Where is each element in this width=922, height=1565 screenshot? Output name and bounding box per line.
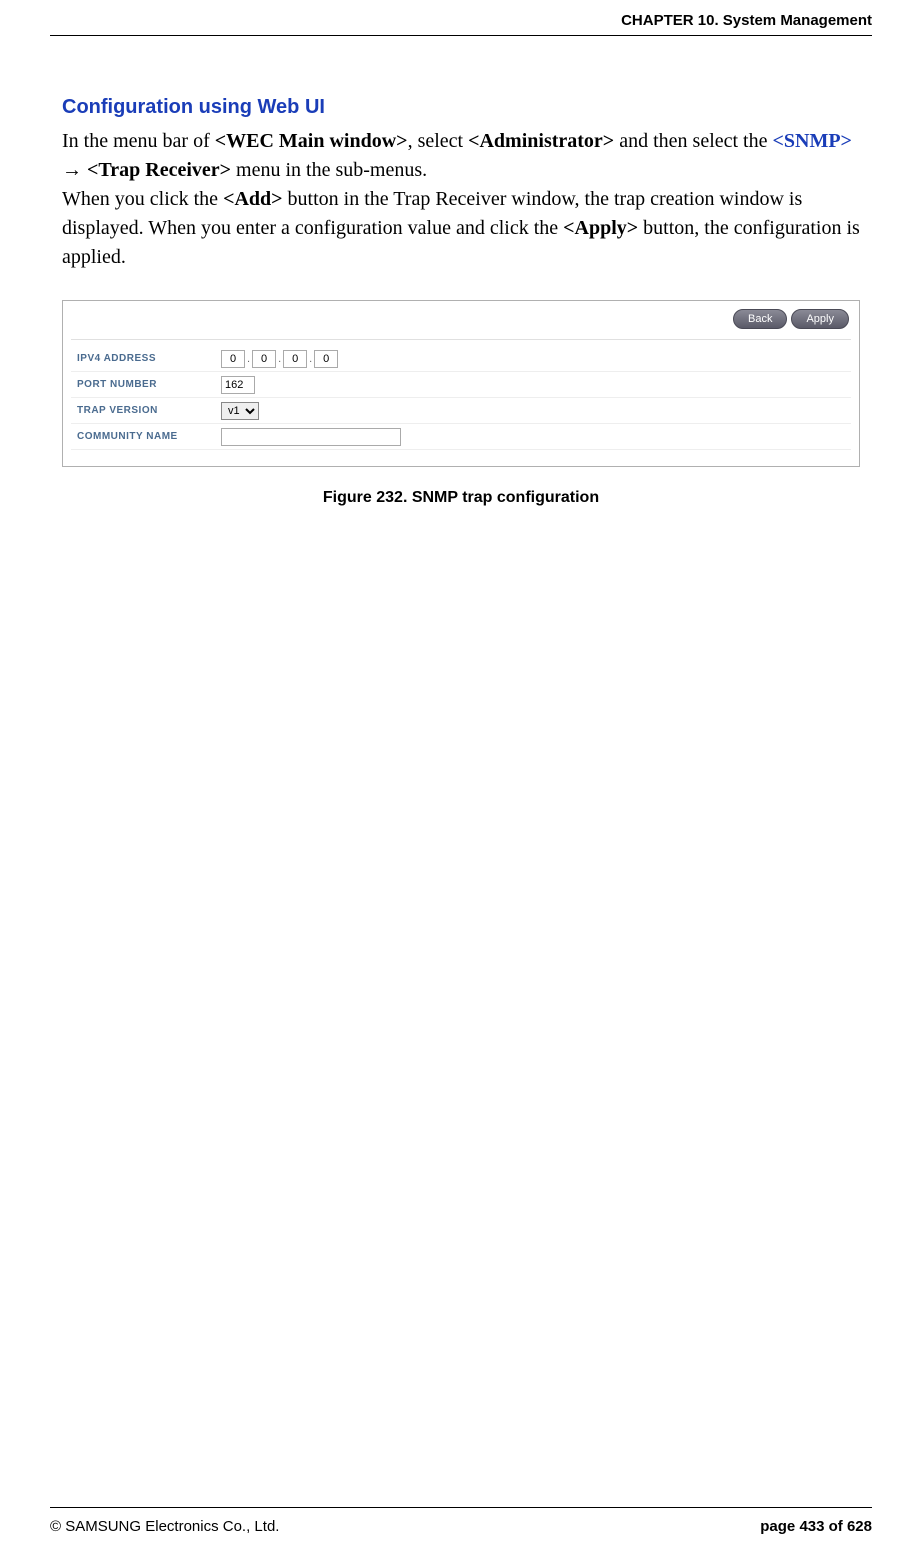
page-header: CHAPTER 10. System Management bbox=[50, 0, 872, 36]
row-community: COMMUNITY NAME bbox=[71, 424, 851, 450]
content-area: Configuration using Web UI In the menu b… bbox=[50, 36, 872, 1507]
ipv4-octet-1[interactable] bbox=[221, 350, 245, 368]
community-input[interactable] bbox=[221, 428, 401, 446]
label-version: TRAP VERSION bbox=[71, 405, 221, 416]
page-footer: © SAMSUNG Electronics Co., Ltd. page 433… bbox=[50, 1507, 872, 1565]
label-ipv4: IPV4 ADDRESS bbox=[71, 353, 221, 364]
apply-button[interactable]: Apply bbox=[791, 309, 849, 329]
page-number: page 433 of 628 bbox=[760, 1518, 872, 1535]
ipv4-octet-3[interactable] bbox=[283, 350, 307, 368]
paragraph-1: In the menu bar of <WEC Main window>, se… bbox=[62, 127, 860, 185]
row-port: PORT NUMBER bbox=[71, 372, 851, 398]
port-input[interactable] bbox=[221, 376, 255, 394]
figure-caption: Figure 232. SNMP trap configuration bbox=[62, 489, 860, 507]
row-version: TRAP VERSION v1 bbox=[71, 398, 851, 424]
value-ipv4: . . . bbox=[221, 350, 338, 368]
dot-icon: . bbox=[278, 353, 281, 365]
chapter-title: CHAPTER 10. System Management bbox=[621, 12, 872, 29]
ipv4-octet-2[interactable] bbox=[252, 350, 276, 368]
version-select[interactable]: v1 bbox=[221, 402, 259, 420]
copyright-text: © SAMSUNG Electronics Co., Ltd. bbox=[50, 1518, 279, 1535]
label-port: PORT NUMBER bbox=[71, 379, 221, 390]
dot-icon: . bbox=[247, 353, 250, 365]
row-ipv4: IPV4 ADDRESS . . . bbox=[71, 346, 851, 372]
dot-icon: . bbox=[309, 353, 312, 365]
screenshot-figure: Back Apply IPV4 ADDRESS . . . PORT NUMBE… bbox=[62, 300, 860, 467]
section-heading: Configuration using Web UI bbox=[62, 96, 860, 119]
back-button[interactable]: Back bbox=[733, 309, 787, 329]
ipv4-octet-4[interactable] bbox=[314, 350, 338, 368]
label-community: COMMUNITY NAME bbox=[71, 431, 221, 442]
figure-toolbar: Back Apply bbox=[71, 307, 851, 340]
paragraph-2: When you click the <Add> button in the T… bbox=[62, 185, 860, 272]
